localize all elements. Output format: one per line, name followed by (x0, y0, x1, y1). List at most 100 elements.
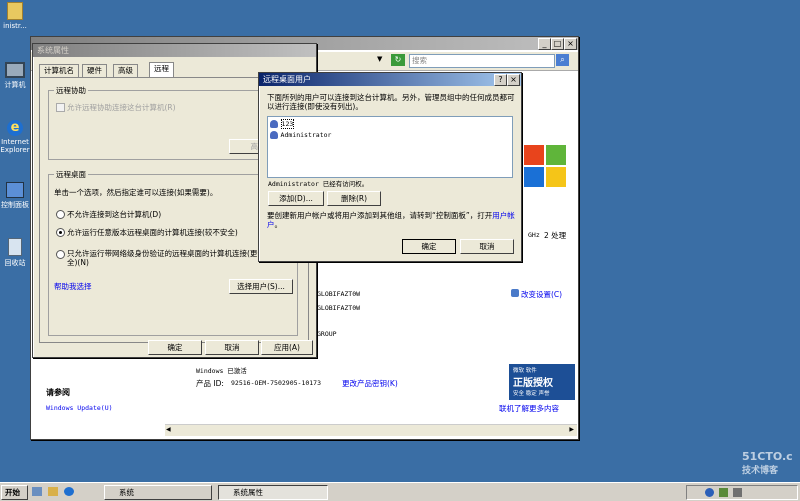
watermark: 51CTO.c 技术博客 (742, 450, 793, 476)
allow-remote-assist-label: 允许远程协助连接这台计算机(R) (67, 103, 176, 112)
full-computer-name-value: GLOBIFAZT0W (317, 304, 361, 312)
list-item[interactable]: Administrator (270, 130, 331, 139)
sys-apply-button[interactable]: 应用(A) (261, 340, 313, 355)
user-icon (270, 119, 278, 128)
taskbar-item-system-properties[interactable]: 系统属性 (218, 485, 328, 500)
processor-speed: GHz (528, 231, 540, 239)
product-id-label: 产品 ID: (196, 379, 224, 388)
horizontal-scrollbar[interactable]: ◀ ▶ (165, 424, 577, 436)
radio-disallow-label: 不允许连接到这台计算机(D) (67, 210, 162, 219)
show-desktop-icon[interactable] (32, 487, 42, 496)
folder-icon (7, 2, 23, 20)
change-settings-link[interactable]: 改变设置(C) (521, 289, 562, 300)
system-tray (686, 485, 798, 500)
change-product-key-link[interactable]: 更改产品密钥(K) (342, 378, 398, 389)
tab-hardware[interactable]: 硬件 (82, 64, 107, 77)
desktop-icon-recycle-bin[interactable]: 回收站 (0, 238, 30, 268)
genuine-badge-title: 正版授权 (513, 378, 553, 389)
note-suffix: 。 (274, 220, 283, 229)
taskbar-item-system[interactable]: 系统 (104, 485, 212, 500)
radio-disallow[interactable] (56, 210, 65, 219)
rd-instruction: 单击一个选项，然后指定谁可以连接(如果需要)。 (54, 188, 218, 197)
remote-desktop-users-dialog: 远程桌面用户 ? × 下面所列的用户可以连接到这台计算机。另外，管理员组中的任何… (258, 72, 522, 262)
system-properties-titlebar[interactable]: 系统属性 (33, 44, 316, 57)
search-icon[interactable]: ⌕ (556, 54, 569, 66)
genuine-badge-top: 微软 软件 (513, 368, 537, 374)
desktop-icon-label: Internet Explorer (0, 138, 30, 154)
see-also-heading: 请参阅 (46, 388, 70, 397)
help-me-choose-link[interactable]: 帮助我选择 (54, 281, 92, 292)
address-dropdown-arrow-icon[interactable]: ▼ (377, 55, 382, 63)
genuine-badge: 微软 软件 正版授权 安全 稳定 声誉 (509, 364, 575, 400)
rd-cancel-button[interactable]: 取消 (460, 239, 514, 254)
computer-icon (5, 62, 25, 78)
rd-ok-button[interactable]: 确定 (402, 239, 456, 254)
select-users-button[interactable]: 选择用户(S)... (229, 279, 293, 294)
help-tray-icon[interactable] (705, 488, 714, 497)
close-button[interactable]: × (507, 74, 520, 86)
desktop-icon-computer[interactable]: 计算机 (0, 62, 30, 90)
user-name: Administrator (280, 131, 332, 139)
recycle-bin-icon (8, 238, 22, 256)
taskbar-item-label: 系统 (119, 488, 134, 497)
maximize-button[interactable]: □ (551, 38, 564, 50)
windows-activated: Windows 已激活 (196, 367, 247, 375)
user-name: 123 (280, 119, 295, 129)
refresh-icon[interactable]: ↻ (391, 54, 405, 66)
rd-users-titlebar[interactable]: 远程桌面用户 ? × (259, 73, 521, 86)
user-icon (270, 130, 278, 139)
minimize-button[interactable]: _ (538, 38, 551, 50)
radio-allow-any[interactable] (56, 228, 65, 237)
control-panel-icon (6, 182, 24, 198)
radio-allow-nla[interactable] (56, 250, 65, 259)
remove-user-button[interactable]: 删除(R) (327, 191, 381, 206)
scroll-right-icon[interactable]: ▶ (569, 426, 574, 433)
start-button[interactable]: 开始 (1, 485, 28, 500)
remote-assistance-label: 远程协助 (54, 85, 88, 96)
product-id-value: 92516-OEM-7502905-10173 (231, 379, 322, 387)
shield-icon (511, 289, 519, 297)
tab-remote[interactable]: 远程 (149, 62, 174, 77)
rd-users-description: 下面所列的用户可以连接到这台计算机。另外，管理员组中的任何成员都可以进行连接(即… (267, 93, 515, 111)
user-accounts-note: 要创建新用户帐户或将用户添加到其他组，请转到“控制面板”，打开用户帐户。 (267, 211, 515, 229)
taskbar: 开始 系统 系统属性 (0, 482, 800, 501)
search-input[interactable]: 搜索 (409, 54, 555, 68)
network-tray-icon[interactable] (719, 488, 728, 497)
admin-access-note: Administrator 已经有访问权。 (268, 180, 369, 188)
system-properties-title: 系统属性 (37, 46, 69, 55)
desktop-icon-control-panel[interactable]: 控制面板 (0, 182, 30, 210)
watermark-line1: 51CTO.c (742, 450, 793, 463)
remote-desktop-label: 远程桌面 (54, 169, 88, 180)
allow-remote-assist-checkbox[interactable] (56, 103, 65, 112)
rd-users-title: 远程桌面用户 (263, 75, 311, 84)
scroll-left-icon[interactable]: ◀ (166, 426, 171, 433)
desktop-icon-label: inistr... (3, 22, 27, 30)
windows-logo (524, 145, 568, 189)
sys-ok-button[interactable]: 确定 (148, 340, 202, 355)
add-user-button[interactable]: 添加(D)... (268, 191, 324, 206)
desktop-icon-label: 控制面板 (1, 201, 29, 209)
processor-extra: 2 处理 (544, 231, 567, 240)
note-prefix: 要创建新用户帐户或将用户添加到其他组，请转到“控制面板”，打开 (267, 211, 493, 220)
tab-advanced[interactable]: 高级 (113, 64, 138, 77)
explorer-icon[interactable] (48, 487, 58, 496)
search-placeholder: 搜索 (412, 56, 427, 65)
volume-tray-icon[interactable] (733, 488, 742, 497)
computer-name-value: GLOBIFAZT0W (317, 290, 361, 298)
users-list[interactable]: 123 Administrator (267, 116, 513, 178)
close-button[interactable]: × (564, 38, 577, 50)
desktop-icon-ie[interactable]: e Internet Explorer (0, 120, 30, 154)
radio-allow-nla-label: 只允许运行带网络级身份验证的远程桌面的计算机连接(更安全)(N) (67, 249, 265, 267)
tab-computer-name[interactable]: 计算机名 (39, 64, 79, 77)
desktop-icon-user-folder[interactable]: inistr... (0, 2, 30, 30)
list-item[interactable]: 123 (270, 119, 295, 129)
learn-more-link[interactable]: 联机了解更多内容 (499, 403, 559, 414)
ie-quicklaunch-icon[interactable] (64, 487, 74, 496)
sys-cancel-button[interactable]: 取消 (205, 340, 259, 355)
windows-update-link[interactable]: Windows Update(U) (46, 404, 113, 412)
start-label: 开始 (5, 488, 20, 497)
desktop-icon-label: 计算机 (4, 81, 26, 89)
workgroup-value: GROUP (317, 330, 337, 338)
genuine-badge-sub: 安全 稳定 声誉 (513, 391, 550, 397)
help-button[interactable]: ? (494, 74, 507, 86)
